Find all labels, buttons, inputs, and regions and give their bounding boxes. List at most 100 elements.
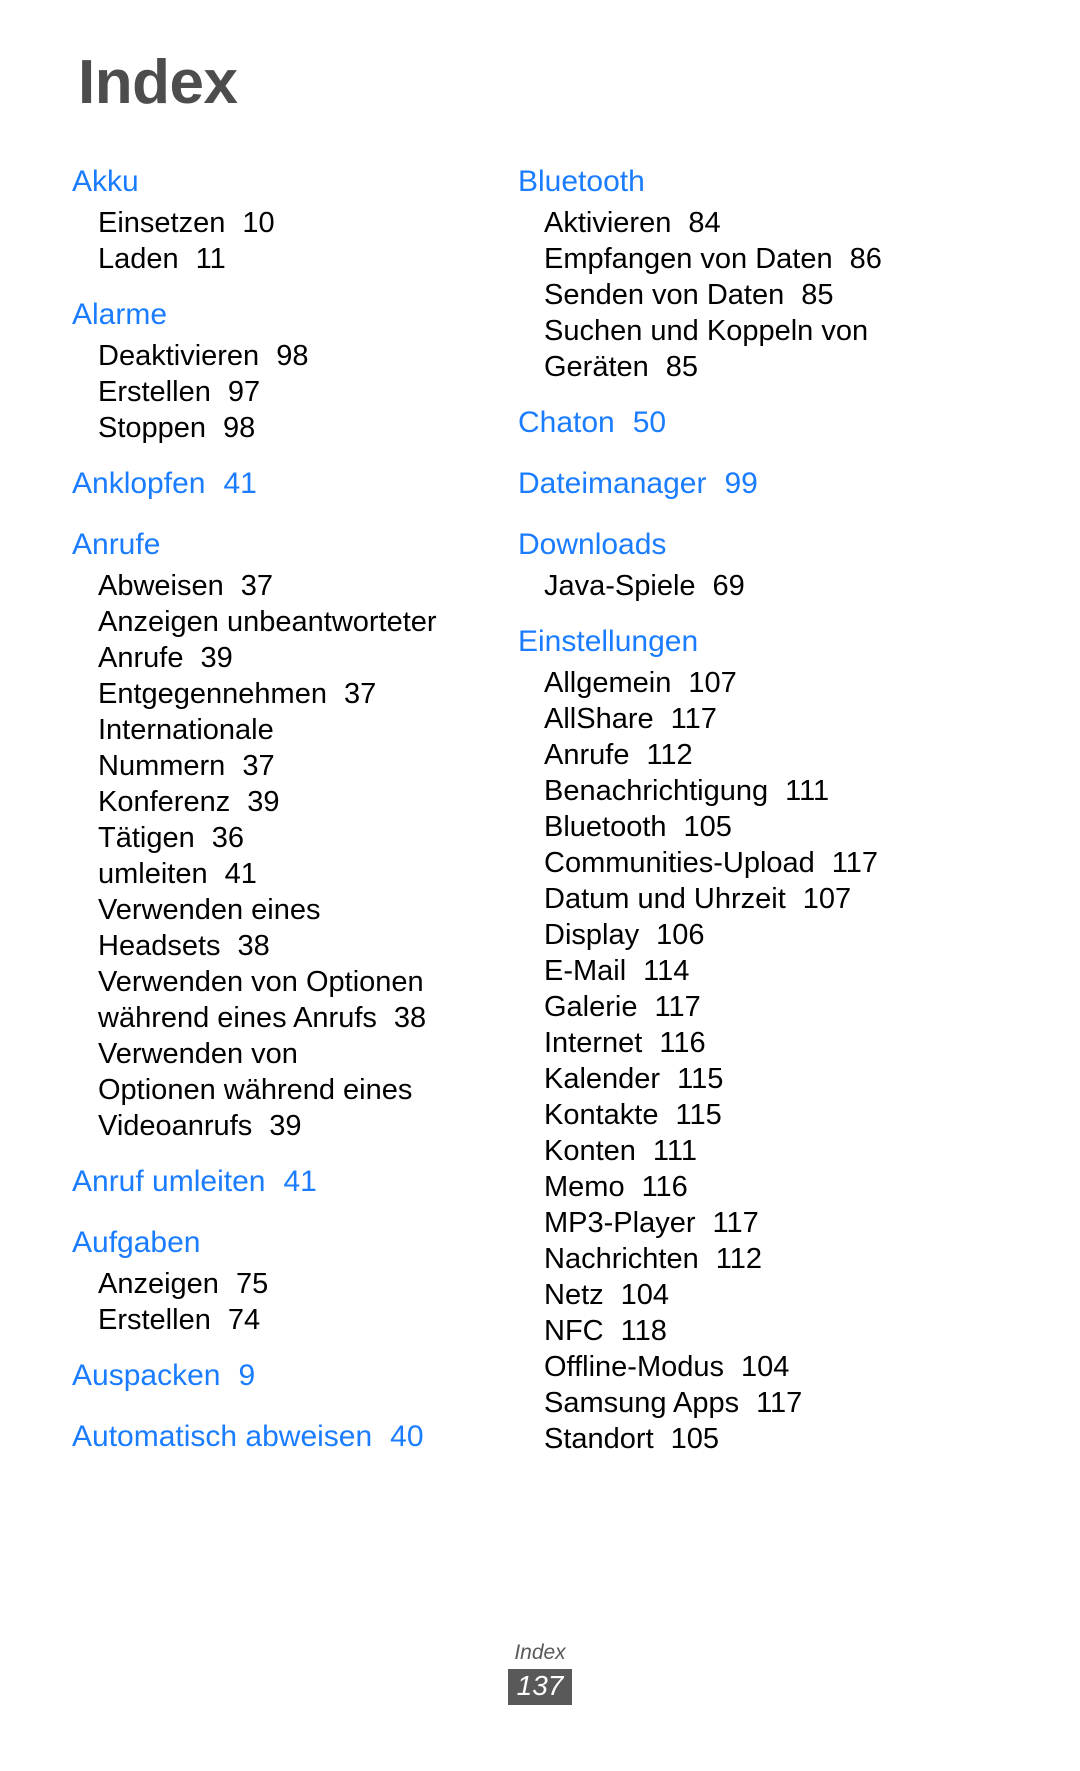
index-entry[interactable]: Deaktivieren 98 (72, 338, 502, 374)
index-entry-label: Anzeigen (98, 1268, 219, 1300)
index-entry-label: Stoppen (98, 412, 207, 444)
index-entry[interactable]: Stoppen 98 (72, 410, 502, 446)
index-entry[interactable]: Entgegennehmen 37 (72, 676, 502, 712)
index-entry-label: Memo (544, 1171, 625, 1203)
index-entry[interactable]: Anzeigen unbeantworteter (72, 604, 502, 640)
index-heading[interactable]: Dateimanager 99 (518, 460, 948, 507)
index-entry-label: Kalender (544, 1063, 661, 1095)
index-entry[interactable]: Konten 111 (518, 1133, 948, 1169)
index-entry-page-number: 37 (242, 750, 275, 782)
index-entry[interactable]: Display 106 (518, 917, 948, 953)
index-heading[interactable]: Bluetooth (518, 158, 948, 205)
index-entry-page-number: 105 (670, 1423, 720, 1455)
footer-page-number: 137 (507, 1669, 573, 1705)
index-heading-label: Alarme (72, 298, 168, 331)
index-entry-label: Standort (544, 1423, 654, 1455)
index-entry[interactable]: Internet 116 (518, 1025, 948, 1061)
index-entry[interactable]: umleiten 41 (72, 856, 502, 892)
index-entry-label: umleiten (98, 858, 208, 890)
index-entry[interactable]: Netz 104 (518, 1277, 948, 1313)
index-heading[interactable]: Auspacken 9 (72, 1352, 502, 1399)
index-heading[interactable]: Automatisch abweisen 40 (72, 1413, 502, 1460)
index-entry-label: E-Mail (544, 955, 627, 987)
index-heading-label: Anklopfen (72, 467, 206, 500)
index-group: Bluetooth Aktivieren 84 Empfangen von Daten… (518, 158, 948, 385)
index-entry[interactable]: Headsets 38 (72, 928, 502, 964)
index-entry[interactable]: Datum und Uhrzeit 107 (518, 881, 948, 917)
index-entry[interactable]: Senden von Daten 85 (518, 277, 948, 313)
footer-label: Index (514, 1641, 566, 1664)
index-entry[interactable]: Samsung Apps 117 (518, 1385, 948, 1421)
index-entry[interactable]: Verwenden eines (72, 892, 502, 928)
index-entry[interactable]: Tätigen 36 (72, 820, 502, 856)
index-entry[interactable]: Videoanrufs 39 (72, 1108, 502, 1144)
index-entry[interactable]: Einsetzen 10 (72, 205, 502, 241)
index-group: Dateimanager 99 (518, 460, 948, 507)
index-entry[interactable]: Standort 105 (518, 1421, 948, 1457)
index-entry[interactable]: Verwenden von Optionen (72, 964, 502, 1000)
index-entry-page-number: 104 (620, 1279, 670, 1311)
index-entry-label: Allgemein (544, 667, 672, 699)
index-entry[interactable]: Galerie 117 (518, 989, 948, 1025)
index-entry[interactable]: Nummern 37 (72, 748, 502, 784)
index-entry[interactable]: Erstellen 97 (72, 374, 502, 410)
index-entry[interactable]: Anrufe 112 (518, 737, 948, 773)
index-entry[interactable]: AllShare 117 (518, 701, 948, 737)
index-entry[interactable]: Empfangen von Daten 86 (518, 241, 948, 277)
index-entry[interactable]: Verwenden von (72, 1036, 502, 1072)
index-entry[interactable]: Geräten 85 (518, 349, 948, 385)
index-heading[interactable]: Anruf umleiten 41 (72, 1158, 502, 1205)
index-entry-page-number: 116 (641, 1171, 688, 1203)
index-entry[interactable]: Abweisen 37 (72, 568, 502, 604)
index-entry-page-number: 98 (223, 412, 256, 444)
index-entry-page-number: 75 (235, 1268, 269, 1300)
index-entry[interactable]: Anzeigen 75 (72, 1266, 502, 1302)
index-entry[interactable]: während eines Anrufs 38 (72, 1000, 502, 1036)
index-columns: Akku Einsetzen 10 Laden 11 Alarme Deaktivieren… (0, 158, 1080, 1460)
index-entry[interactable]: MP3-Player 117 (518, 1205, 948, 1241)
index-heading[interactable]: Akku (72, 158, 502, 205)
index-heading[interactable]: Einstellungen (518, 618, 948, 665)
index-entry-page-number: 39 (269, 1110, 302, 1142)
index-entry[interactable]: Konferenz 39 (72, 784, 502, 820)
index-heading-label: Akku (72, 165, 139, 198)
index-entry[interactable]: E-Mail 114 (518, 953, 948, 989)
index-entry-page-number: 39 (200, 642, 233, 674)
index-entry[interactable]: Java-Spiele 69 (518, 568, 948, 604)
index-entry[interactable]: Internationale (72, 712, 502, 748)
index-entry[interactable]: NFC 118 (518, 1313, 948, 1349)
index-heading[interactable]: Anklopfen 41 (72, 460, 502, 507)
index-heading-label: Auspacken (72, 1359, 221, 1392)
index-heading[interactable]: Aufgaben (72, 1219, 502, 1266)
index-entry[interactable]: Anrufe 39 (72, 640, 502, 676)
index-heading[interactable]: Alarme (72, 291, 502, 338)
index-entry[interactable]: Kontakte 115 (518, 1097, 948, 1133)
index-heading[interactable]: Anrufe (72, 521, 502, 568)
index-entry-label: Verwenden von (98, 1038, 298, 1070)
index-entry[interactable]: Memo 116 (518, 1169, 948, 1205)
index-heading-label: Einstellungen (518, 625, 699, 658)
index-entry[interactable]: Aktivieren 84 (518, 205, 948, 241)
index-entry[interactable]: Nachrichten 112 (518, 1241, 948, 1277)
index-entry-page-number: 84 (688, 207, 721, 239)
index-entry-label: Kontakte (544, 1099, 659, 1131)
index-entry-label: Galerie (544, 991, 638, 1023)
index-entry[interactable]: Allgemein 107 (518, 665, 948, 701)
index-entry[interactable]: Erstellen 74 (72, 1302, 502, 1338)
index-entry[interactable]: Bluetooth 105 (518, 809, 948, 845)
index-entry[interactable]: Kalender 115 (518, 1061, 948, 1097)
index-heading[interactable]: Chaton 50 (518, 399, 948, 446)
index-entry-label: Erstellen (98, 376, 211, 408)
index-entry[interactable]: Optionen während eines (72, 1072, 502, 1108)
index-entry-page-number: 74 (227, 1304, 261, 1336)
index-heading[interactable]: Downloads (518, 521, 948, 568)
index-entry[interactable]: Offline-Modus 104 (518, 1349, 948, 1385)
index-entry-label: Konten (544, 1135, 636, 1167)
index-entry-label: Internet (544, 1027, 643, 1059)
index-entry-label: Anrufe (98, 642, 184, 674)
index-entry-label: Geräten (544, 351, 649, 383)
index-entry[interactable]: Laden 11 (72, 241, 502, 277)
index-entry[interactable]: Benachrichtigung 111 (518, 773, 948, 809)
index-entry[interactable]: Communities-Upload 117 (518, 845, 948, 881)
index-entry[interactable]: Suchen und Koppeln von (518, 313, 948, 349)
